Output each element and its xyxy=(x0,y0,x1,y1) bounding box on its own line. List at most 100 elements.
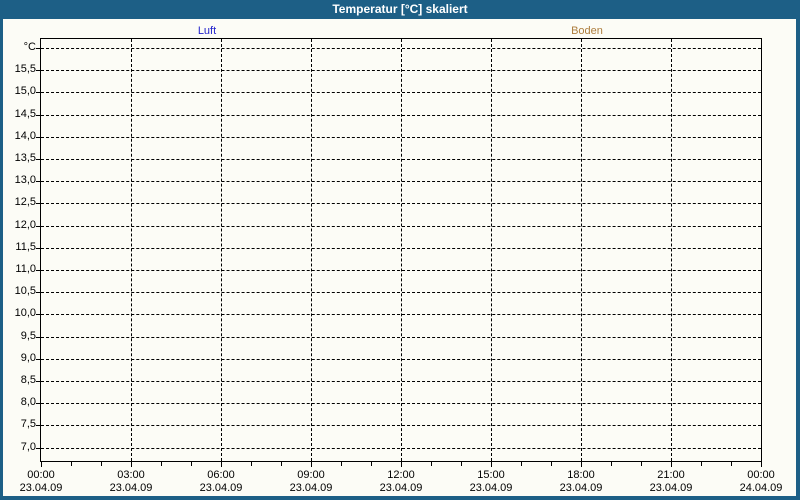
x-tick-mark-major xyxy=(401,462,402,467)
x-tick-mark-minor xyxy=(371,462,372,466)
y-tick-mark xyxy=(36,159,40,160)
x-tick-time: 21:00 xyxy=(657,469,685,481)
plot-area xyxy=(40,38,762,462)
y-tick-label: 11,0 xyxy=(15,263,36,275)
x-tick-mark-major xyxy=(311,462,312,467)
x-tick-time: 09:00 xyxy=(297,469,325,481)
y-tick-label: 12,0 xyxy=(14,219,36,231)
y-tick-label: 15,5 xyxy=(14,63,36,75)
x-tick-time: 12:00 xyxy=(387,469,415,481)
y-tick-mark xyxy=(36,359,40,360)
y-tick-mark xyxy=(36,137,40,138)
y-tick-mark xyxy=(36,226,40,227)
v-gridline xyxy=(581,39,582,461)
v-gridline xyxy=(401,39,402,461)
x-tick-mark-minor xyxy=(701,462,702,466)
x-tick-label: 12:00 23.04.09 xyxy=(366,469,436,495)
x-tick-date: 23.04.09 xyxy=(559,482,603,494)
chart-title: Temperatur [°C] skaliert xyxy=(332,2,468,16)
y-tick-label: 10,0 xyxy=(14,307,36,319)
x-tick-date: 24.04.09 xyxy=(739,482,783,494)
x-tick-mark-minor xyxy=(731,462,732,466)
x-tick-date: 23.04.09 xyxy=(19,482,63,494)
x-tick-mark-minor xyxy=(71,462,72,466)
v-gridline xyxy=(671,39,672,461)
x-tick-time: 18:00 xyxy=(567,469,595,481)
v-gridline xyxy=(221,39,222,461)
x-tick-mark-minor xyxy=(251,462,252,466)
x-tick-label: 00:00 24.04.09 xyxy=(726,469,796,495)
x-tick-label: 00:00 23.04.09 xyxy=(6,469,76,495)
y-tick-mark xyxy=(36,48,40,49)
x-tick-mark-minor xyxy=(641,462,642,466)
chart-content: Luft Boden °C 15,5 15,0 14,5 14,0 13,5 13,0 12,… xyxy=(3,19,796,496)
x-tick-date: 23.04.09 xyxy=(649,482,693,494)
legend-label-boden: Boden xyxy=(571,25,603,37)
y-tick-mark xyxy=(36,270,40,271)
x-tick-mark-major xyxy=(761,462,762,467)
v-gridline xyxy=(131,39,132,461)
y-tick-label: 7,0 xyxy=(20,441,36,453)
x-tick-time: 00:00 xyxy=(747,469,775,481)
x-tick-date: 23.04.09 xyxy=(379,482,423,494)
x-tick-date: 23.04.09 xyxy=(289,482,333,494)
v-gridline xyxy=(491,39,492,461)
x-tick-label: 15:00 23.04.09 xyxy=(456,469,526,495)
x-tick-time: 15:00 xyxy=(477,469,505,481)
legend-label-luft: Luft xyxy=(197,25,217,37)
x-tick-mark-minor xyxy=(461,462,462,466)
y-tick-mark xyxy=(36,203,40,204)
x-tick-mark-minor xyxy=(341,462,342,466)
x-tick-mark-major xyxy=(131,462,132,467)
x-tick-mark-major xyxy=(491,462,492,467)
v-gridline xyxy=(311,39,312,461)
chart-window: Temperatur [°C] skaliert Luft Boden °C 15… xyxy=(0,0,800,500)
x-tick-label: 03:00 23.04.09 xyxy=(96,469,166,495)
x-tick-date: 23.04.09 xyxy=(199,482,243,494)
x-tick-mark-minor xyxy=(521,462,522,466)
x-tick-time: 03:00 xyxy=(117,469,145,481)
y-tick-label: 9,0 xyxy=(20,352,36,364)
y-tick-label: 13,5 xyxy=(14,152,36,164)
y-tick-label: 7,5 xyxy=(20,418,36,430)
y-axis-unit-label: °C xyxy=(23,41,36,53)
y-tick-mark xyxy=(36,181,40,182)
y-tick-label: 12,5 xyxy=(14,196,36,208)
y-tick-mark xyxy=(36,292,40,293)
x-tick-date: 23.04.09 xyxy=(469,482,513,494)
x-tick-mark-minor xyxy=(281,462,282,466)
x-tick-mark-minor xyxy=(101,462,102,466)
title-bar: Temperatur [°C] skaliert xyxy=(3,0,796,19)
x-tick-mark-minor xyxy=(161,462,162,466)
y-tick-label: 14,0 xyxy=(14,130,36,142)
y-tick-mark xyxy=(36,115,40,116)
x-tick-mark-major xyxy=(221,462,222,467)
x-tick-mark-major xyxy=(671,462,672,467)
y-tick-mark xyxy=(36,381,40,382)
y-tick-label: 8,5 xyxy=(20,374,36,386)
x-tick-label: 21:00 23.04.09 xyxy=(636,469,706,495)
x-tick-time: 00:00 xyxy=(27,469,55,481)
x-tick-mark-major xyxy=(41,462,42,467)
y-tick-mark xyxy=(36,92,40,93)
x-tick-date: 23.04.09 xyxy=(109,482,153,494)
x-tick-mark-minor xyxy=(551,462,552,466)
y-tick-label: 11,5 xyxy=(15,241,36,253)
x-tick-mark-minor xyxy=(611,462,612,466)
y-tick-label: 9,5 xyxy=(20,330,36,342)
y-tick-mark xyxy=(36,403,40,404)
x-tick-mark-major xyxy=(581,462,582,467)
y-tick-mark xyxy=(36,337,40,338)
x-tick-label: 09:00 23.04.09 xyxy=(276,469,346,495)
y-tick-mark xyxy=(36,425,40,426)
y-tick-label: 13,0 xyxy=(14,174,36,186)
y-tick-mark xyxy=(36,70,40,71)
y-tick-label: 8,0 xyxy=(20,396,36,408)
x-tick-mark-minor xyxy=(431,462,432,466)
y-tick-label: 10,5 xyxy=(14,285,36,297)
y-tick-mark xyxy=(36,448,40,449)
y-tick-mark xyxy=(36,314,40,315)
y-tick-label: 15,0 xyxy=(14,85,36,97)
y-tick-label: 14,5 xyxy=(14,108,36,120)
y-tick-mark xyxy=(36,248,40,249)
